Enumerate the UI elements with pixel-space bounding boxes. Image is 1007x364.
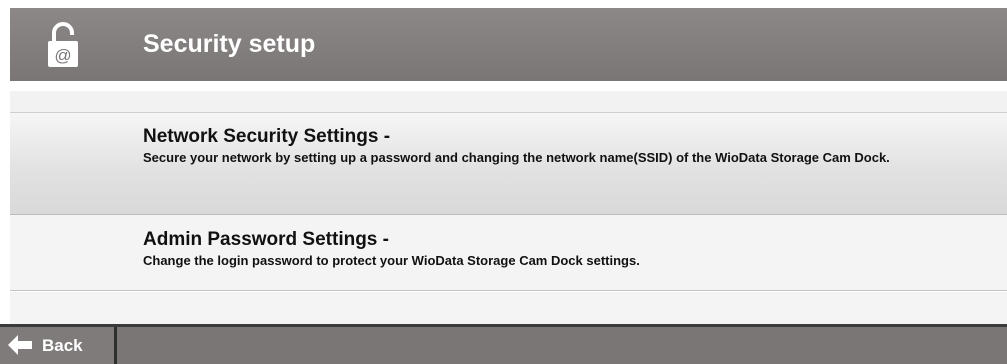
network-security-description: Secure your network by setting up a pass… (143, 150, 890, 165)
page-title: Security setup (143, 30, 316, 58)
list-bottom-spacer (10, 292, 1007, 324)
admin-password-description: Change the login password to protect you… (143, 253, 640, 268)
menu-list: Network Security Settings - Secure your … (10, 81, 1007, 324)
list-top-spacer (10, 91, 1007, 112)
footer-bar: Back (0, 324, 1007, 364)
arrow-left-icon (8, 335, 32, 355)
back-button[interactable]: Back (0, 327, 117, 364)
network-security-settings-item[interactable]: Network Security Settings - Secure your … (10, 112, 1007, 215)
network-security-title: Network Security Settings - (143, 126, 391, 147)
security-setup-page: @ Security setup Network Security Settin… (0, 0, 1007, 364)
lock-open-icon: @ (48, 22, 78, 67)
back-label: Back (42, 336, 83, 355)
admin-password-title: Admin Password Settings - (143, 229, 389, 250)
admin-password-settings-item[interactable]: Admin Password Settings - Change the log… (10, 215, 1007, 291)
lock-glyph: @ (54, 46, 71, 65)
header-bar: @ Security setup (10, 8, 1007, 81)
